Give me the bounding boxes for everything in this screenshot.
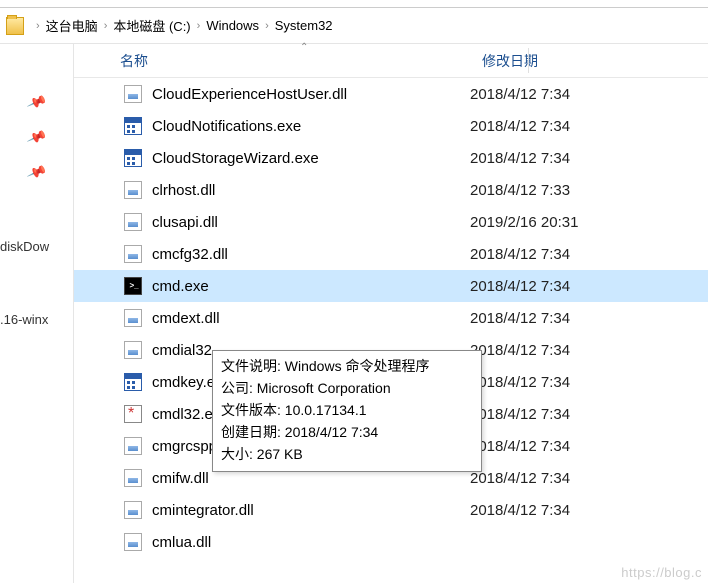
file-date: 2018/4/12 7:34 (470, 502, 570, 519)
dll-file-icon (124, 341, 142, 359)
tooltip-description: 文件说明: Windows 命令处理程序 (221, 355, 473, 377)
file-rows: CloudExperienceHostUser.dll2018/4/12 7:3… (74, 78, 708, 558)
file-name: CloudExperienceHostUser.dll (152, 86, 470, 103)
sys-file-icon (124, 405, 142, 423)
breadcrumb-segment[interactable]: 本地磁盘 (C:) (113, 16, 190, 35)
column-header-date[interactable]: 修改日期 (462, 51, 662, 71)
column-header-name[interactable]: 名称 (74, 51, 462, 71)
file-list-pane: ⌃ 名称 修改日期 CloudExperienceHostUser.dll201… (74, 44, 708, 583)
ribbon-stub (0, 0, 708, 8)
file-row[interactable]: cmd.exe2018/4/12 7:34 (74, 270, 708, 302)
breadcrumb-segment[interactable]: 这台电脑 (46, 16, 98, 35)
dll-file-icon (124, 437, 142, 455)
cmd-file-icon (124, 277, 142, 295)
tooltip-created: 创建日期: 2018/4/12 7:34 (221, 421, 473, 443)
dll-file-icon (124, 181, 142, 199)
dll-file-icon (124, 245, 142, 263)
tooltip-size: 大小: 267 KB (221, 443, 473, 465)
file-date: 2018/4/12 7:33 (470, 182, 570, 199)
breadcrumb-segment[interactable]: System32 (275, 18, 333, 33)
tooltip-company: 公司: Microsoft Corporation (221, 377, 473, 399)
file-row[interactable]: CloudStorageWizard.exe2018/4/12 7:34 (74, 142, 708, 174)
column-divider[interactable] (528, 48, 529, 73)
dll-file-icon (124, 469, 142, 487)
file-name: cmcfg32.dll (152, 246, 470, 263)
file-date: 2018/4/12 7:34 (470, 150, 570, 167)
file-name: cmd.exe (152, 278, 470, 295)
dll-file-icon (124, 501, 142, 519)
file-name: CloudNotifications.exe (152, 118, 470, 135)
dll-file-icon (124, 309, 142, 327)
exe-blue-file-icon (124, 117, 142, 135)
file-date: 2018/4/12 7:34 (470, 310, 570, 327)
sort-ascending-icon[interactable]: ⌃ (300, 42, 308, 53)
file-name: CloudStorageWizard.exe (152, 150, 470, 167)
file-row[interactable]: clrhost.dll2018/4/12 7:33 (74, 174, 708, 206)
file-name: cmdext.dll (152, 310, 470, 327)
file-name: cmifw.dll (152, 470, 470, 487)
chevron-right-icon[interactable]: › (36, 20, 40, 32)
folder-icon (6, 17, 24, 35)
file-date: 2018/4/12 7:34 (470, 86, 570, 103)
file-date: 2019/2/16 20:31 (470, 214, 578, 231)
dll-file-icon (124, 213, 142, 231)
file-date: 2018/4/12 7:34 (470, 118, 570, 135)
dll-file-icon (124, 85, 142, 103)
pin-icon[interactable]: 📌 (25, 162, 47, 184)
file-tooltip: 文件说明: Windows 命令处理程序 公司: Microsoft Corpo… (212, 350, 482, 472)
dll-file-icon (124, 533, 142, 551)
tooltip-version: 文件版本: 10.0.17134.1 (221, 399, 473, 421)
file-row[interactable]: clusapi.dll2019/2/16 20:31 (74, 206, 708, 238)
file-date: 2018/4/12 7:34 (470, 278, 570, 295)
file-row[interactable]: cmcfg32.dll2018/4/12 7:34 (74, 238, 708, 270)
file-name: clrhost.dll (152, 182, 470, 199)
pin-icon[interactable]: 📌 (25, 127, 47, 149)
breadcrumb[interactable]: › 这台电脑 › 本地磁盘 (C:) › Windows › System32 (0, 8, 708, 44)
file-name: cmintegrator.dll (152, 502, 470, 519)
file-name: clusapi.dll (152, 214, 470, 231)
chevron-right-icon[interactable]: › (104, 20, 108, 32)
file-name: cmlua.dll (152, 534, 470, 551)
sidebar-item[interactable]: .16-winx (0, 312, 73, 327)
breadcrumb-segment[interactable]: Windows (206, 18, 259, 33)
file-row[interactable]: CloudExperienceHostUser.dll2018/4/12 7:3… (74, 78, 708, 110)
columns-header: ⌃ 名称 修改日期 (74, 44, 708, 78)
exe-blue-file-icon (124, 149, 142, 167)
file-date: 2018/4/12 7:34 (470, 406, 570, 423)
exe-blue-file-icon (124, 373, 142, 391)
file-row[interactable]: CloudNotifications.exe2018/4/12 7:34 (74, 110, 708, 142)
file-row[interactable]: cmlua.dll (74, 526, 708, 558)
sidebar: 📌 📌 📌 diskDow .16-winx (0, 44, 74, 583)
chevron-right-icon[interactable]: › (197, 20, 201, 32)
file-date: 2018/4/12 7:34 (470, 374, 570, 391)
file-date: 2018/4/12 7:34 (470, 342, 570, 359)
pin-icon[interactable]: 📌 (25, 92, 47, 114)
file-row[interactable]: cmintegrator.dll2018/4/12 7:34 (74, 494, 708, 526)
file-row[interactable]: cmdext.dll2018/4/12 7:34 (74, 302, 708, 334)
file-date: 2018/4/12 7:34 (470, 246, 570, 263)
file-date: 2018/4/12 7:34 (470, 470, 570, 487)
sidebar-item[interactable]: diskDow (0, 239, 73, 254)
chevron-right-icon[interactable]: › (265, 20, 269, 32)
file-date: 2018/4/12 7:34 (470, 438, 570, 455)
